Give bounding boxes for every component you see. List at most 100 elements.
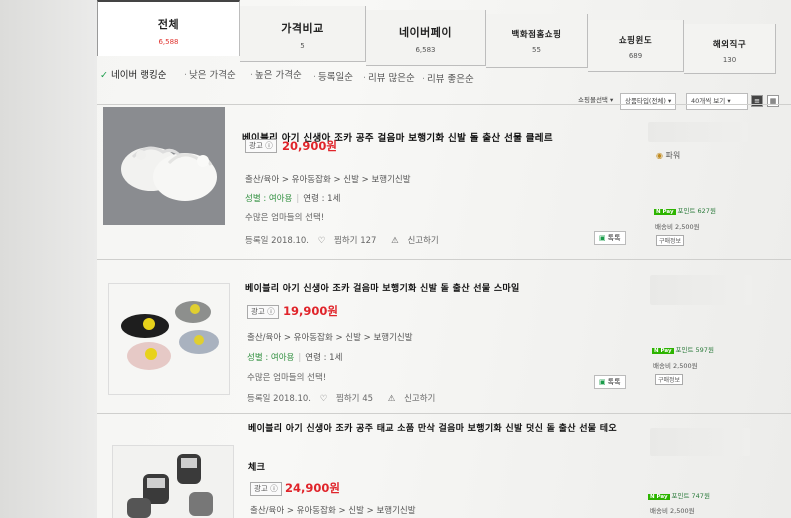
product-description: 수많은 엄마들의 선택!	[245, 213, 325, 223]
npay-points: N Pay 포인트 747원	[648, 490, 710, 500]
tab-all[interactable]: 전체 6,588	[97, 0, 240, 56]
grid-view-icon[interactable]: ▦	[767, 95, 779, 107]
ad-badge: 광고 ⓘ	[247, 305, 279, 319]
tab-count: 130	[722, 56, 737, 64]
product-title-line2[interactable]: 체크	[248, 460, 265, 473]
seller-logo[interactable]	[650, 428, 750, 456]
smile-shoe-image	[109, 284, 229, 394]
points-label: 포인트 627원	[677, 207, 716, 215]
shopping-results-page: { "tabs": [ {"label": "전체", "count": "6,…	[0, 0, 791, 518]
heart-icon: ♡	[319, 394, 328, 404]
seller-logo[interactable]	[650, 275, 752, 305]
talk-talk-button[interactable]: ▣ 톡톡	[594, 231, 626, 245]
seller-logo[interactable]	[648, 122, 748, 142]
points-label: 포인트 747원	[671, 492, 710, 500]
page-left-margin	[0, 0, 97, 518]
product-category[interactable]: 출산/육아 > 유아동잡화 > 신발 > 보행기신발	[250, 504, 416, 516]
sort-naver-ranking[interactable]: ✓ 네이버 랭킹순	[100, 67, 166, 81]
npay-icon: N Pay	[652, 348, 674, 354]
zzim-label: 찜하기 45	[336, 394, 374, 404]
npay-icon: N Pay	[648, 494, 670, 500]
ad-label: 광고	[251, 307, 265, 316]
product-category[interactable]: 출산/육아 > 유아동잡화 > 신발 > 보행기신발	[245, 173, 411, 185]
zzim-button[interactable]: ♡ 찜하기 127	[318, 236, 383, 246]
tab-department-homeshopping[interactable]: 백화점홈쇼핑 55	[486, 14, 588, 68]
product-image[interactable]	[108, 283, 230, 395]
siren-icon: ⚠	[391, 236, 399, 246]
shipping-fee: 배송비 2,500원	[650, 507, 695, 515]
sort-label: 등록일순	[318, 72, 353, 83]
sort-most-reviews[interactable]: · 리뷰 많은순	[363, 70, 415, 84]
sort-low-price[interactable]: · 낮은 가격순	[184, 67, 236, 81]
tab-label: 백화점홈쇼핑	[511, 30, 562, 40]
tab-label: 해외직구	[712, 40, 747, 50]
heart-icon: ♡	[317, 236, 326, 246]
product-attributes: 성별 : 여아용 | 연령 : 1세	[247, 353, 343, 363]
tab-count: 5	[300, 42, 305, 50]
sort-label: 네이버 랭킹순	[110, 70, 167, 81]
chat-icon: ▣	[599, 378, 606, 386]
sort-options: ✓ 네이버 랭킹순 · 낮은 가격순 · 높은 가격순 · 등록일순 · 리뷰 많은순 ·…	[97, 64, 791, 90]
sort-high-price[interactable]: · 높은 가격순	[250, 67, 302, 81]
sort-newest[interactable]: · 등록일순	[313, 69, 353, 83]
product-attributes: 성별 : 여아용 | 연령 : 1세	[245, 194, 341, 204]
sort-best-reviews[interactable]: · 리뷰 좋은순	[422, 71, 474, 85]
check-icon: ✓	[100, 70, 108, 81]
shop-select-label: 쇼핑몰선택	[578, 96, 608, 104]
tab-count: 6,588	[158, 38, 179, 46]
product-meta: 등록일 2018.10. ♡ 찜하기 127 ⚠ 신고하기	[245, 234, 451, 246]
age-attr: 연령 : 1세	[303, 194, 341, 204]
bullet-icon: ·	[363, 73, 367, 84]
product-image[interactable]	[103, 107, 225, 225]
npay-points: N Pay 포인트 627원	[654, 205, 716, 215]
product-title[interactable]: 베이블리 아기 신생아 조카 공주 태교 소품 만삭 걸음마 보행기화 신발 덧…	[248, 421, 617, 434]
list-view-icon[interactable]: ≡	[751, 95, 763, 107]
tab-count: 689	[628, 52, 643, 60]
tab-price-compare[interactable]: 가격비교 5	[240, 6, 366, 62]
tab-label: 네이버페이	[398, 26, 453, 39]
siren-icon: ⚠	[387, 394, 396, 404]
buy-info-button[interactable]: 구매정보	[656, 235, 685, 246]
product-category[interactable]: 출산/육아 > 유아동잡화 > 신발 > 보행기신발	[247, 331, 413, 343]
tab-label: 전체	[157, 18, 180, 31]
talk-label: 톡톡	[607, 378, 621, 386]
product-price: 24,900원	[285, 481, 340, 495]
npay-icon: N Pay	[654, 209, 676, 215]
product-type-select[interactable]: 상품타입(전체) ▾	[620, 93, 677, 110]
zzim-label: 찜하기 127	[334, 236, 377, 246]
medal-icon: ◉	[656, 151, 663, 160]
per-page-select[interactable]: 40개씩 보기 ▾	[686, 93, 748, 110]
divider	[97, 413, 791, 414]
check-shoe-image	[113, 446, 233, 518]
sort-label: 낮은 가격순	[189, 70, 236, 81]
tab-naver-pay[interactable]: 네이버페이 6,583	[366, 10, 486, 66]
product-image[interactable]	[112, 445, 234, 518]
register-date: 등록일 2018.10.	[245, 236, 310, 246]
product-price: 19,900원	[283, 304, 338, 318]
product-price: 20,900원	[282, 139, 337, 153]
gender-attr: 성별 : 여아용	[247, 353, 295, 363]
sort-label: 높은 가격순	[255, 70, 302, 81]
report-button[interactable]: ⚠ 신고하기	[388, 394, 442, 404]
tab-count: 55	[532, 46, 541, 54]
power-seller-badge: ◉ 파워	[656, 150, 680, 161]
report-label: 신고하기	[407, 236, 439, 246]
shipping-fee: 배송비 2,500원	[655, 223, 700, 231]
product-meta: 등록일 2018.10. ♡ 찜하기 45 ⚠ 신고하기	[247, 392, 447, 404]
ad-badge: 광고 ⓘ	[245, 139, 277, 153]
bullet-icon: ·	[422, 74, 426, 85]
report-button[interactable]: ⚠ 신고하기	[391, 236, 445, 246]
age-attr: 연령 : 1세	[305, 353, 343, 363]
shipping-fee: 배송비 2,500원	[653, 362, 698, 370]
product-description: 수많은 엄마들의 선택!	[247, 373, 327, 383]
gender-attr: 성별 : 여아용	[245, 194, 293, 204]
npay-points: N Pay 포인트 597원	[652, 344, 714, 354]
bullet-icon: ·	[184, 70, 188, 81]
talk-talk-button[interactable]: ▣ 톡톡	[594, 375, 626, 389]
buy-info-button[interactable]: 구매정보	[655, 374, 684, 385]
tab-label: 쇼핑윈도	[618, 36, 653, 46]
product-title[interactable]: 베이블리 아기 신생아 조카 걸음마 보행기화 신발 돌 출산 선물 스마일	[245, 281, 520, 294]
zzim-button[interactable]: ♡ 찜하기 45	[320, 394, 379, 404]
shop-select-dropdown[interactable]: 쇼핑몰선택 ▾	[574, 93, 617, 108]
bullet-icon: ·	[313, 72, 317, 83]
